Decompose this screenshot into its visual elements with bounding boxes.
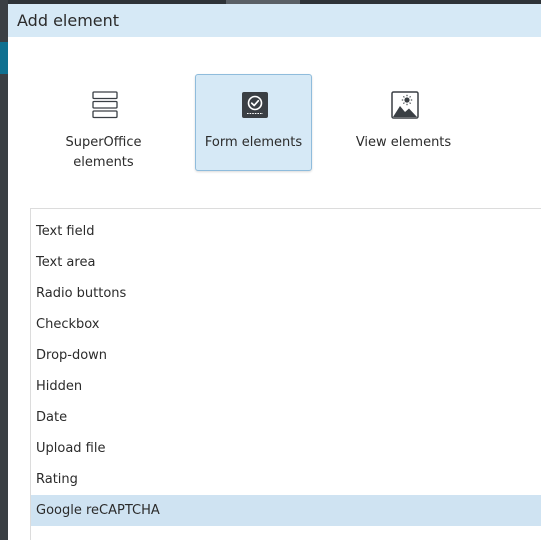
dialog-title: Add element — [17, 11, 120, 30]
list-item-text-area[interactable]: Text area — [31, 247, 541, 278]
app-background-accent — [0, 42, 8, 74]
form-check-icon — [242, 92, 268, 118]
image-icon — [391, 91, 419, 119]
category-label-line2: elements — [73, 155, 134, 170]
list-item-radio-buttons[interactable]: Radio buttons — [31, 278, 541, 309]
dialog-titlebar: Add element — [8, 4, 541, 37]
category-label: View elements — [346, 133, 461, 153]
category-view-elements[interactable]: View elements — [345, 74, 462, 171]
list-item-text-field[interactable]: Text field — [31, 216, 541, 247]
screen: Add element SuperOffice elements Form el… — [0, 0, 541, 540]
list-item-date[interactable]: Date — [31, 402, 541, 433]
category-label: Form elements — [196, 133, 311, 153]
list-item-hidden[interactable]: Hidden — [31, 371, 541, 402]
app-background-left — [0, 0, 8, 540]
list-item-google-recaptcha[interactable]: Google reCAPTCHA — [31, 495, 541, 526]
category-form-elements[interactable]: Form elements — [195, 74, 312, 171]
element-list: Text field Text area Radio buttons Check… — [30, 208, 541, 540]
list-item-upload-file[interactable]: Upload file — [31, 433, 541, 464]
add-element-dialog: Add element SuperOffice elements Form el… — [8, 4, 541, 540]
category-label: SuperOffice elements — [46, 133, 161, 173]
category-label-line1: Form elements — [204, 135, 303, 150]
category-label-line1: SuperOffice — [65, 135, 142, 150]
list-item-checkbox[interactable]: Checkbox — [31, 309, 541, 340]
list-item-rating[interactable]: Rating — [31, 464, 541, 495]
stacked-list-icon — [92, 91, 118, 119]
category-superoffice-elements[interactable]: SuperOffice elements — [45, 74, 162, 171]
category-label-line1: View elements — [355, 135, 452, 150]
list-item-drop-down[interactable]: Drop-down — [31, 340, 541, 371]
